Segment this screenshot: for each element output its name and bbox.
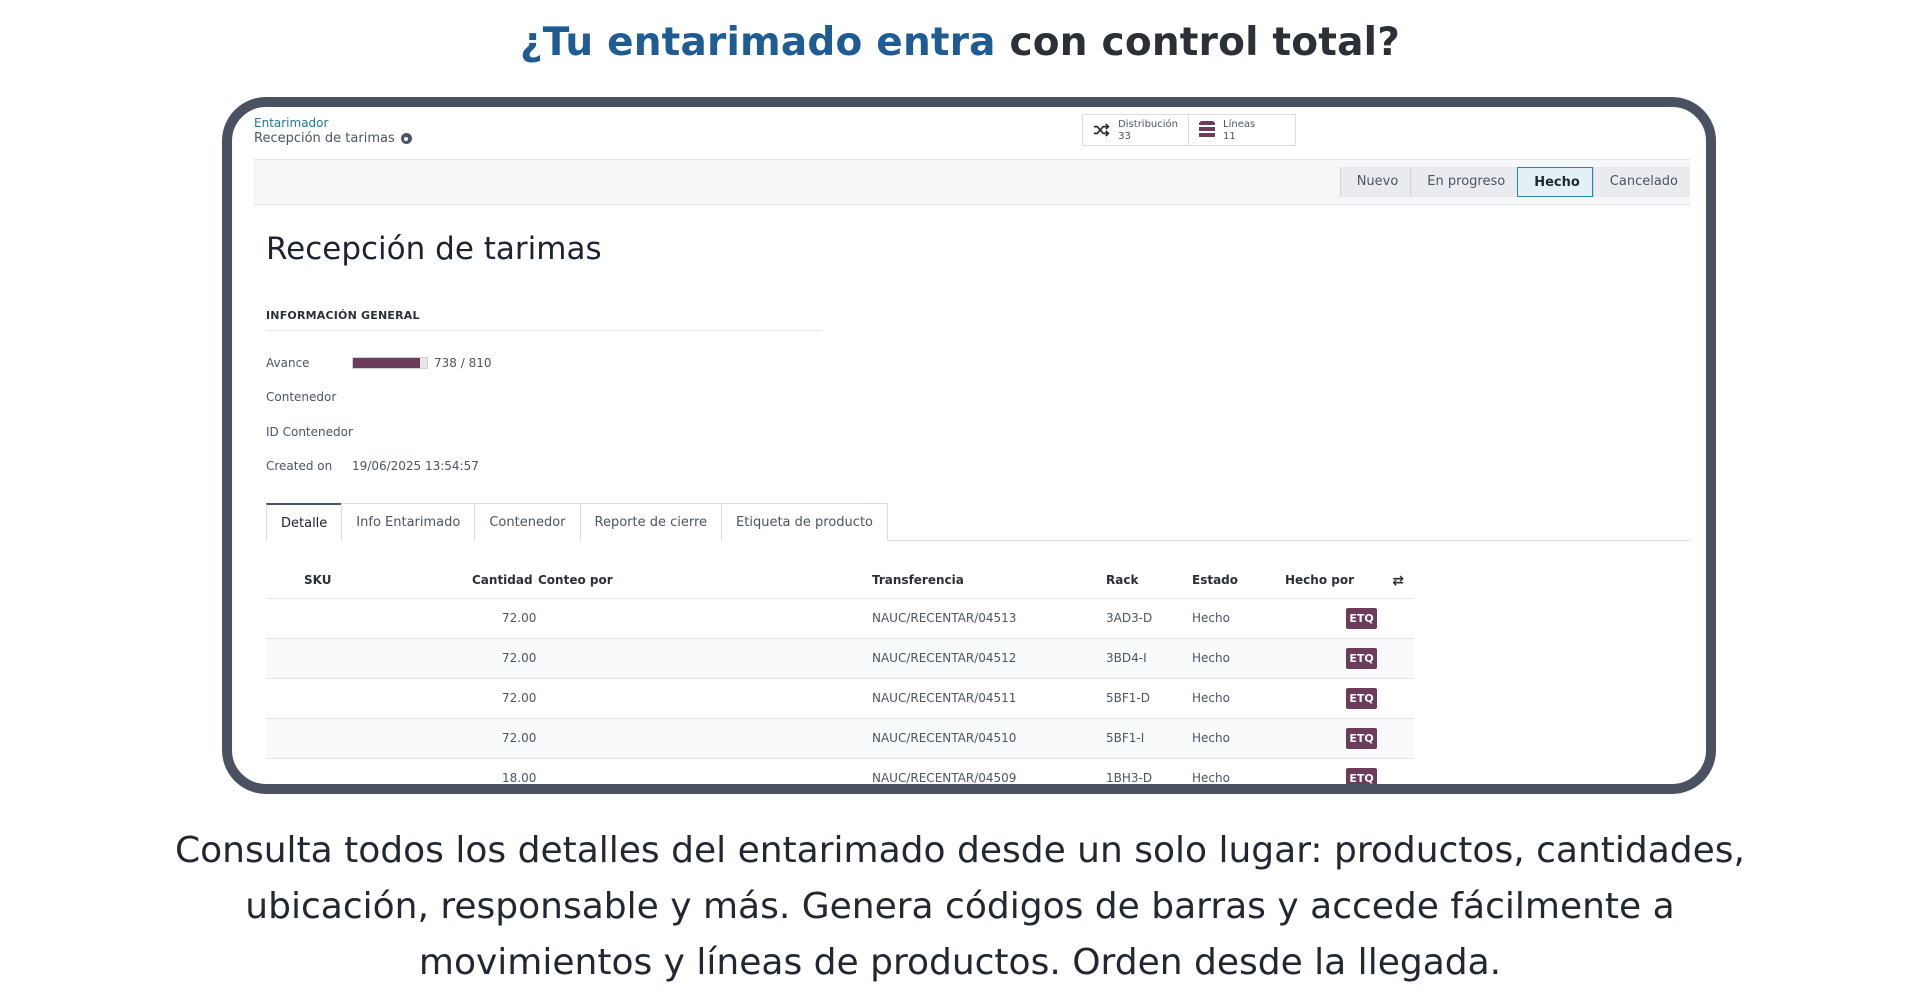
- table-row[interactable]: 72.00 NAUC/RECENTAR/04512 3BD4-I Hecho ETQ: [266, 638, 1414, 678]
- created-on-value: 19/06/2025 13:54:57: [352, 459, 479, 473]
- status-step-en-progreso[interactable]: En progreso: [1410, 167, 1518, 197]
- col-transferencia[interactable]: Transferencia: [872, 573, 964, 587]
- col-rack[interactable]: Rack: [1106, 573, 1138, 587]
- col-hecho-por[interactable]: Hecho por: [1285, 573, 1354, 587]
- table-header: SKU Cantidad Conteo por Transferencia Ra…: [266, 573, 1414, 595]
- estado-cell: Hecho: [1192, 691, 1230, 705]
- etq-button[interactable]: ETQ: [1346, 688, 1377, 709]
- section-title: INFORMACIÓN GENERAL: [266, 309, 420, 322]
- notebook-tabs: Detalle Info Entarimado Contenedor Repor…: [266, 503, 1690, 541]
- distribucion-count: 33: [1118, 130, 1131, 142]
- rack-cell: 5BF1-D: [1106, 691, 1150, 705]
- optional-columns-icon[interactable]: ⇄: [1392, 573, 1404, 589]
- gear-icon[interactable]: [400, 133, 412, 144]
- headline-accent: ¿Tu entarimado entra: [519, 20, 996, 65]
- cantidad-cell: 72.00: [502, 731, 537, 745]
- rack-cell: 1BH3-D: [1106, 771, 1153, 784]
- avance-value: 738 / 810: [434, 356, 492, 370]
- status-step-cancelado[interactable]: Cancelado: [1592, 167, 1690, 197]
- odoo-screen: Entarimador Recepción de tarimas Distrib…: [254, 113, 1690, 784]
- col-sku[interactable]: SKU: [304, 573, 331, 587]
- cantidad-cell: 72.00: [502, 651, 537, 665]
- etq-button[interactable]: ETQ: [1346, 608, 1377, 629]
- transferencia-cell: NAUC/RECENTAR/04512: [872, 651, 1017, 665]
- avance-progress-fill: [353, 358, 421, 368]
- rack-cell: 5BF1-I: [1106, 731, 1145, 745]
- page-title: Recepción de tarimas: [266, 231, 602, 267]
- breadcrumb-page: Recepción de tarimas: [254, 131, 412, 146]
- lineas-count: 11: [1223, 130, 1236, 142]
- table-row[interactable]: 72.00 NAUC/RECENTAR/04511 5BF1-D Hecho ETQ: [266, 678, 1414, 718]
- table-row[interactable]: 18.00 NAUC/RECENTAR/04509 1BH3-D Hecho ETQ: [266, 758, 1414, 784]
- screenshot-frame: Entarimador Recepción de tarimas Distrib…: [222, 97, 1716, 794]
- estado-cell: Hecho: [1192, 651, 1230, 665]
- cantidad-cell: 18.00: [502, 771, 537, 784]
- statusbar: Nuevo En progreso Hecho Cancelado: [254, 159, 1690, 205]
- tab-reporte-de-cierre[interactable]: Reporte de cierre: [579, 503, 723, 541]
- etq-button[interactable]: ETQ: [1346, 768, 1377, 784]
- contenedor-label: Contenedor: [266, 390, 337, 404]
- transferencia-cell: NAUC/RECENTAR/04513: [872, 611, 1017, 625]
- tab-contenedor[interactable]: Contenedor: [474, 503, 581, 541]
- distribucion-button[interactable]: Distribución 33: [1083, 115, 1189, 145]
- table-row[interactable]: 72.00 NAUC/RECENTAR/04513 3AD3-D Hecho ETQ: [266, 598, 1414, 638]
- distribucion-label: Distribución: [1118, 118, 1178, 130]
- lineas-button[interactable]: Líneas 11: [1189, 115, 1295, 145]
- estado-cell: Hecho: [1192, 611, 1230, 625]
- col-cantidad[interactable]: Cantidad: [472, 573, 533, 587]
- rack-cell: 3AD3-D: [1106, 611, 1153, 625]
- caption: Consulta todos los detalles del entarima…: [174, 830, 1745, 983]
- headline: ¿Tu entarimado entra con control total?: [0, 20, 1920, 65]
- etq-button[interactable]: ETQ: [1346, 728, 1377, 749]
- section-divider: [266, 330, 822, 331]
- estado-cell: Hecho: [1192, 771, 1230, 784]
- created-on-label: Created on: [266, 459, 333, 473]
- avance-progress-bar: [352, 357, 428, 369]
- cantidad-cell: 72.00: [502, 611, 537, 625]
- database-icon: [1199, 121, 1215, 139]
- shuffle-icon: [1093, 123, 1110, 137]
- col-conteo-por[interactable]: Conteo por: [538, 573, 613, 587]
- transferencia-cell: NAUC/RECENTAR/04510: [872, 731, 1017, 745]
- transferencia-cell: NAUC/RECENTAR/04509: [872, 771, 1017, 784]
- status-step-hecho[interactable]: Hecho: [1517, 167, 1593, 197]
- estado-cell: Hecho: [1192, 731, 1230, 745]
- lineas-label: Líneas: [1223, 118, 1256, 130]
- rack-cell: 3BD4-I: [1106, 651, 1147, 665]
- tab-etiqueta-de-producto[interactable]: Etiqueta de producto: [721, 503, 888, 541]
- smart-buttons: Distribución 33 Líneas 11: [1082, 114, 1296, 146]
- id-contenedor-label: ID Contenedor: [266, 425, 353, 439]
- headline-rest: con control total?: [995, 20, 1401, 65]
- status-steps: Nuevo En progreso Hecho Cancelado: [1339, 167, 1690, 197]
- breadcrumb-page-label: Recepción de tarimas: [254, 131, 395, 146]
- table-row[interactable]: 72.00 NAUC/RECENTAR/04510 5BF1-I Hecho ETQ: [266, 718, 1414, 758]
- transferencia-cell: NAUC/RECENTAR/04511: [872, 691, 1017, 705]
- status-step-nuevo[interactable]: Nuevo: [1339, 167, 1411, 197]
- avance-label: Avance: [266, 356, 310, 370]
- etq-button[interactable]: ETQ: [1346, 648, 1377, 669]
- breadcrumb-app-link[interactable]: Entarimador: [254, 116, 328, 130]
- col-estado[interactable]: Estado: [1192, 573, 1238, 587]
- tab-info-entarimado[interactable]: Info Entarimado: [341, 503, 476, 541]
- tab-detalle[interactable]: Detalle: [266, 503, 343, 541]
- cantidad-cell: 72.00: [502, 691, 537, 705]
